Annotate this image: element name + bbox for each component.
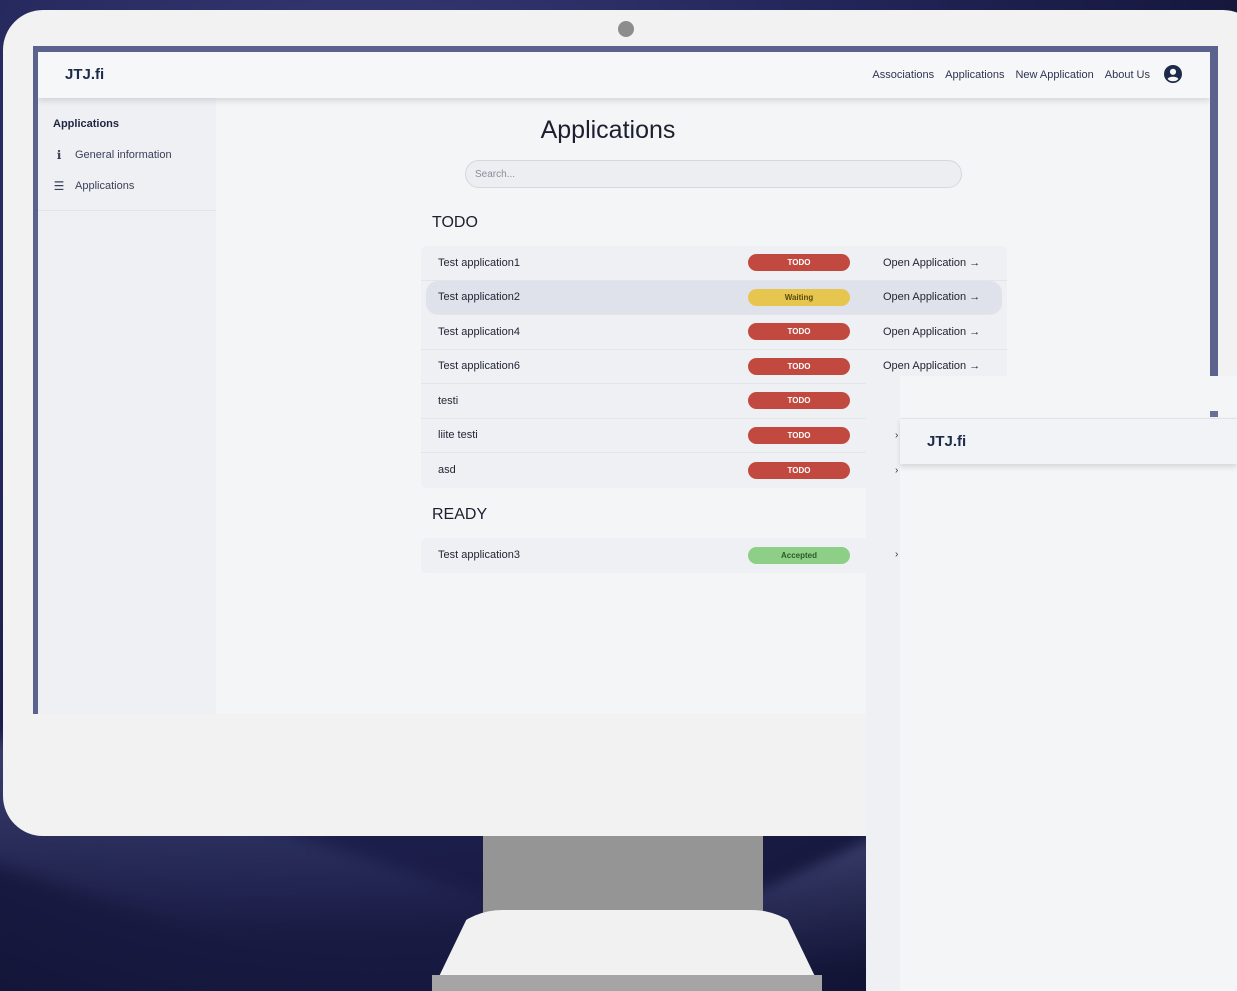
section-title-ready: READY [432,506,488,523]
overlay-window [866,376,1237,991]
nav-link-applications[interactable]: Applications [945,69,1004,81]
sidebar-divider [38,210,216,211]
status-badge: TODO [748,392,850,410]
arrow-right-icon: → [969,360,981,373]
status-badge: TODO [748,357,850,375]
sidebar-item-applications[interactable]: ☰ Applications [53,179,135,193]
status-badge: TODO [748,254,850,272]
open-application-label: Open Application [883,360,967,373]
application-name: Test application3 [438,549,520,562]
table-row: Test application2 Waiting Open Applicati… [426,280,1002,315]
arrow-right-icon: → [969,256,981,269]
screen-frame-corner [1210,411,1218,417]
status-badge: TODO [748,426,850,444]
nav-link-new-application[interactable]: New Application [1015,69,1093,81]
search-input[interactable] [465,160,962,188]
table-row: Test application4 TODO Open Application … [421,315,1007,350]
open-application-link[interactable]: Open Application → [883,360,980,372]
application-name: Test application6 [438,360,520,373]
open-application-link[interactable]: Open Application → [883,291,980,303]
sidebar-title: Applications [53,118,120,130]
application-name: asd [438,464,456,477]
status-badge: TODO [748,461,850,479]
open-application-link[interactable]: Open Application → [883,326,980,338]
open-application-label: Open Application [883,256,967,269]
status-badge: Waiting [748,288,850,306]
application-name: testi [438,394,459,407]
top-navbar: JTJ.fi Associations Applications New App… [38,52,1210,98]
page-title: Applications [540,116,676,144]
application-name: liite testi [438,429,478,442]
status-badge: TODO [748,323,850,341]
table-row: Test application1 TODO Open Application … [421,246,1007,281]
section-title-todo: TODO [432,214,478,231]
chevron-right-icon: › [895,430,899,441]
sidebar-item-label: Applications [75,180,135,192]
list-icon: ☰ [53,179,65,193]
nav-links: Associations Applications New Applicatio… [872,69,1150,81]
user-circle-icon[interactable] [1164,65,1182,83]
application-name: Test application1 [438,256,520,269]
camera-icon [618,21,634,37]
sidebar: Applications ℹ General information ☰ App… [38,98,216,714]
overlay-navbar: JTJ.fi [900,418,1237,464]
arrow-right-icon: → [969,325,981,338]
application-name: Test application4 [438,325,520,338]
sidebar-item-general-information[interactable]: ℹ General information [53,148,172,162]
open-application-label: Open Application [883,291,967,304]
arrow-right-icon: → [969,291,981,304]
open-application-label: Open Application [883,325,967,338]
open-application-link[interactable]: Open Application → [883,257,980,269]
info-icon: ℹ [56,148,62,162]
status-badge: Accepted [748,546,850,564]
nav-link-associations[interactable]: Associations [872,69,934,81]
chevron-right-icon: › [895,549,899,560]
sidebar-item-label: General information [75,149,172,161]
chevron-right-icon: › [895,465,899,476]
overlay-brand-logo[interactable]: JTJ.fi [927,433,966,450]
nav-link-about-us[interactable]: About Us [1105,69,1150,81]
monitor-stand-base-edge [432,975,822,991]
application-name: Test application2 [438,291,520,304]
monitor-stand-neck [483,830,763,920]
brand-logo[interactable]: JTJ.fi [65,66,104,83]
